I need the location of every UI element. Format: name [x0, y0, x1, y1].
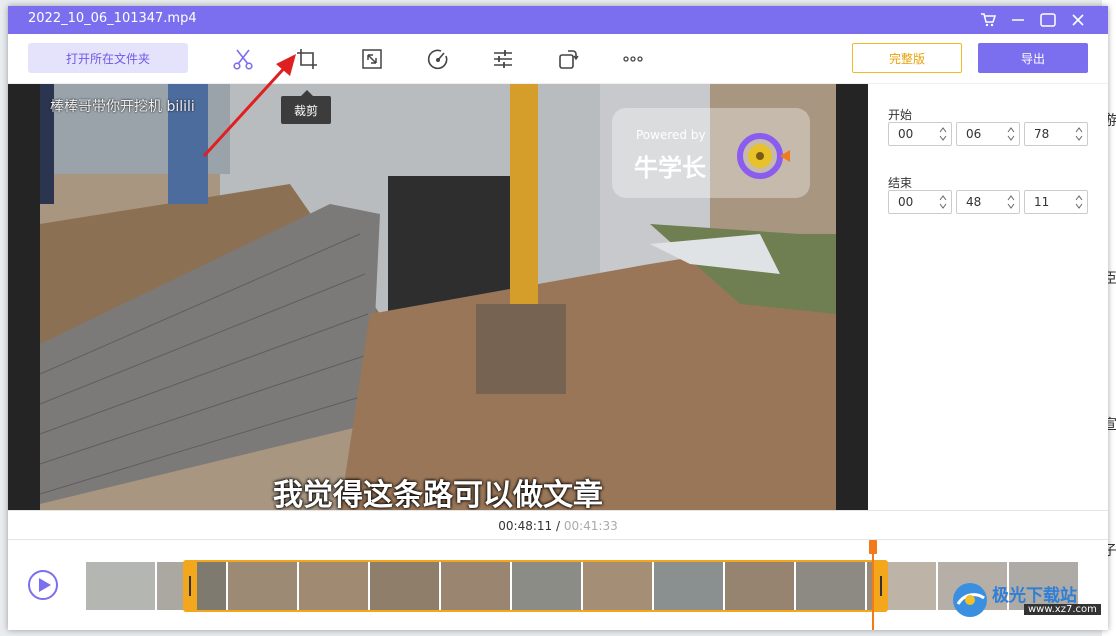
- spinner-arrows-icon[interactable]: [1075, 126, 1083, 142]
- site-watermark-url: www.xz7.com: [1024, 604, 1101, 615]
- trim-selection[interactable]: [190, 560, 882, 612]
- current-time: 00:48:11: [498, 519, 553, 533]
- site-logo-icon: [953, 583, 987, 617]
- spinner-arrows-icon[interactable]: [1007, 126, 1015, 142]
- start-hours-spinner[interactable]: 00: [888, 122, 952, 146]
- watermark-brand-text: 牛学长: [634, 154, 706, 182]
- site-watermark-text: 极光下载站: [992, 586, 1077, 606]
- title-bar: 2022_10_06_101347.mp4: [8, 6, 1108, 34]
- spinner-arrows-icon[interactable]: [939, 126, 947, 142]
- trim-settings-panel: 开始 00 06 78 结束 00 48 11: [868, 84, 1108, 510]
- more-icon[interactable]: [620, 46, 646, 72]
- speed-icon[interactable]: [425, 46, 451, 72]
- video-overlay-text: 棒棒哥带你开挖机 bilili: [50, 99, 195, 115]
- export-button[interactable]: 导出: [978, 43, 1088, 73]
- open-folder-button[interactable]: 打开所在文件夹: [28, 43, 188, 73]
- time-separator: /: [552, 519, 564, 533]
- resize-icon[interactable]: [359, 46, 385, 72]
- video-watermark: Powered by 牛学长: [612, 108, 810, 198]
- video-preview[interactable]: 我觉得这条路可以做文章 棒棒哥带你开挖机 bilili Powered by 牛…: [8, 84, 868, 510]
- start-seconds-spinner[interactable]: 78: [1024, 122, 1088, 146]
- spinner-arrows-icon[interactable]: [1075, 194, 1083, 210]
- adjust-icon[interactable]: [490, 46, 516, 72]
- end-hours-spinner[interactable]: 00: [888, 190, 952, 214]
- video-subtitle: 我觉得这条路可以做文章: [273, 478, 603, 510]
- minimize-icon[interactable]: [1006, 8, 1030, 32]
- full-version-button[interactable]: 完整版: [852, 43, 962, 73]
- end-seconds-spinner[interactable]: 11: [1024, 190, 1088, 214]
- timeline-area: [8, 540, 1108, 630]
- playhead-line: [872, 540, 874, 630]
- cart-icon[interactable]: [976, 8, 1000, 32]
- app-window: 2022_10_06_101347.mp4 打开所在文件夹 完整版 导出 我觉得…: [8, 6, 1108, 630]
- window-title: 2022_10_06_101347.mp4: [28, 11, 197, 26]
- video-frame: 我觉得这条路可以做文章 棒棒哥带你开挖机 bilili Powered by 牛…: [40, 84, 836, 510]
- end-minutes-spinner[interactable]: 48: [956, 190, 1020, 214]
- close-icon[interactable]: [1066, 8, 1090, 32]
- play-button[interactable]: [28, 570, 58, 600]
- end-label: 结束: [888, 176, 913, 190]
- brand-logo-icon: [737, 133, 790, 179]
- start-minutes-spinner[interactable]: 06: [956, 122, 1020, 146]
- play-icon: [39, 578, 51, 592]
- filmstrip-excluded-left: [86, 562, 190, 610]
- watermark-powered-text: Powered by: [636, 128, 706, 142]
- trim-end-handle[interactable]: [874, 560, 888, 612]
- rotate-icon[interactable]: [555, 46, 581, 72]
- annotation-arrow: [202, 54, 296, 158]
- spinner-arrows-icon[interactable]: [939, 194, 947, 210]
- trim-start-handle[interactable]: [183, 560, 197, 612]
- start-label: 开始: [888, 108, 913, 122]
- toolbar: 打开所在文件夹 完整版 导出: [8, 34, 1108, 84]
- spinner-arrows-icon[interactable]: [1007, 194, 1015, 210]
- maximize-icon[interactable]: [1036, 8, 1060, 32]
- site-watermark: 极光下载站 www.xz7.com: [950, 580, 1110, 624]
- time-display: 00:48:11 / 00:41:33: [8, 510, 1108, 540]
- total-time: 00:41:33: [563, 519, 618, 533]
